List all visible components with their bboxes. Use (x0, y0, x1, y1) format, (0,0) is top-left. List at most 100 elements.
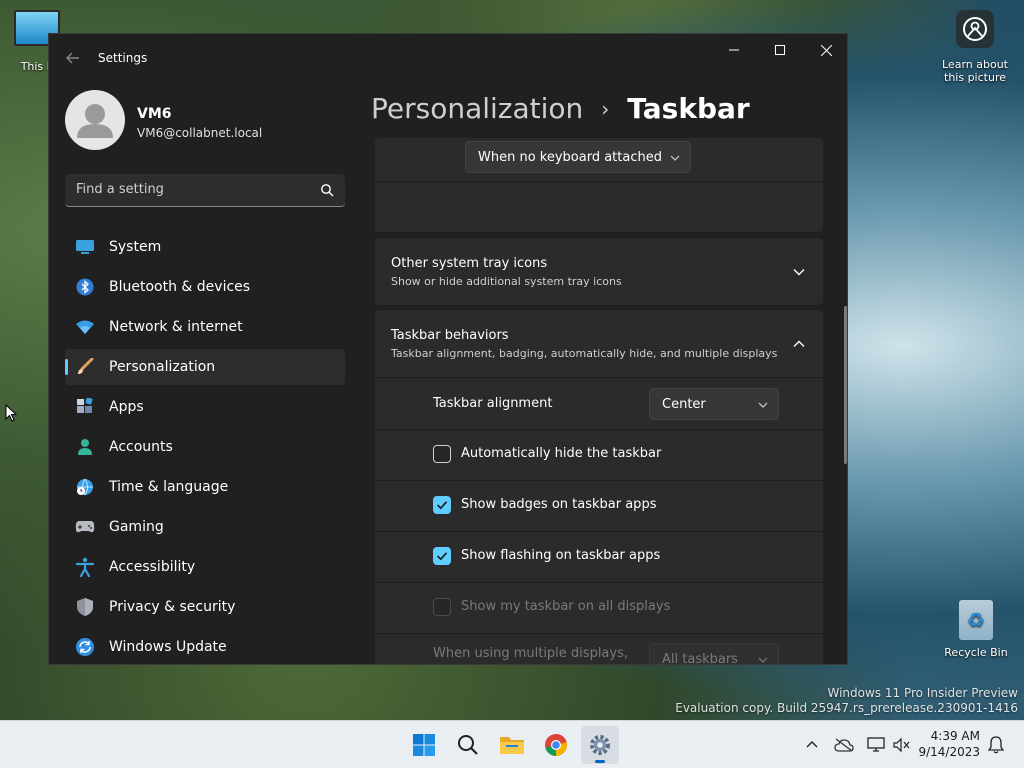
active-app-indicator (595, 760, 605, 763)
content-scrollbar[interactable] (844, 306, 847, 464)
taskbar-clock[interactable]: 4:39 AM 9/14/2023 (918, 728, 980, 760)
selection-indicator (65, 359, 68, 375)
onedrive-cloud-icon[interactable] (834, 735, 854, 755)
user-avatar[interactable] (65, 90, 125, 150)
user-name: VM6 (137, 106, 172, 122)
sidebar-item-label: Time & language (109, 479, 229, 495)
checkbox-label: Automatically hide the taskbar (461, 446, 662, 461)
camera-icon (956, 10, 994, 48)
breadcrumb: Personalization › Taskbar (371, 92, 750, 125)
monitor-icon (75, 237, 95, 257)
sidebar-item-privacy[interactable]: Privacy & security (65, 589, 345, 625)
user-email: VM6@collabnet.local (137, 126, 263, 140)
sidebar-item-apps[interactable]: Apps (65, 389, 345, 425)
checkbox-label: Show badges on taskbar apps (461, 497, 657, 512)
chrome-button[interactable] (537, 726, 575, 764)
maximize-icon (775, 45, 785, 55)
multiple-displays-dropdown: All taskbars (649, 643, 779, 665)
sidebar-item-label: Privacy & security (109, 599, 236, 615)
show-hidden-icons-chevron-up-icon[interactable] (802, 735, 822, 755)
touch-keyboard-dropdown[interactable]: When no keyboard attached (465, 141, 691, 173)
show-badges-option[interactable]: Show badges on taskbar apps (375, 481, 823, 531)
chevron-down-icon[interactable] (793, 266, 805, 278)
close-button[interactable] (803, 34, 847, 66)
taskbar-alignment-dropdown[interactable]: Center (649, 388, 779, 420)
file-explorer-button[interactable] (493, 726, 531, 764)
divider (375, 181, 823, 182)
chevron-down-icon (670, 155, 680, 161)
minimize-button[interactable] (711, 34, 757, 66)
sidebar-item-gaming[interactable]: Gaming (65, 509, 345, 545)
update-icon (75, 637, 95, 657)
sidebar-item-accessibility[interactable]: Accessibility (65, 549, 345, 585)
sidebar-item-label: System (109, 239, 162, 255)
divider (375, 377, 823, 378)
windows-watermark: Windows 11 Pro Insider Preview Evaluatio… (675, 686, 1018, 716)
desktop-icon-label: this picture (944, 71, 1006, 84)
chevron-down-icon (758, 402, 768, 408)
search-input[interactable]: Find a setting (76, 182, 164, 197)
sidebar-item-personalization[interactable]: Personalization (65, 349, 345, 385)
taskbar: 4:39 AM 9/14/2023 (0, 720, 1024, 768)
apps-icon (75, 397, 95, 417)
desktop-icon-label: Learn about (942, 58, 1008, 71)
show-flashing-option[interactable]: Show flashing on taskbar apps (375, 532, 823, 582)
sidebar-item-accounts[interactable]: Accounts (65, 429, 345, 465)
close-icon (820, 44, 832, 56)
desktop-icon-label: Recycle Bin (944, 646, 1008, 659)
divider (375, 633, 823, 634)
other-tray-icons-card[interactable]: Other system tray icons Show or hide add… (375, 238, 823, 305)
title-bar[interactable]: Settings (49, 34, 847, 82)
start-button[interactable] (405, 726, 443, 764)
taskbar-behaviors-header[interactable]: Taskbar behaviors Taskbar alignment, bad… (375, 310, 823, 377)
mouse-cursor-icon (5, 403, 18, 426)
settings-taskbar-button[interactable] (581, 726, 619, 764)
desktop-icon-recycle-bin[interactable]: ♻ Recycle Bin (940, 600, 1012, 659)
maximize-button[interactable] (757, 34, 803, 66)
show-flashing-checkbox[interactable] (433, 547, 451, 565)
page-title: Taskbar (627, 92, 750, 125)
breadcrumb-parent[interactable]: Personalization (371, 92, 583, 125)
sidebar-item-label: Network & internet (109, 319, 243, 335)
chrome-icon (545, 734, 567, 756)
multiple-displays-label: When using multiple displays, (433, 646, 628, 661)
window-title: Settings (98, 51, 148, 65)
person-icon (75, 437, 95, 457)
search-box[interactable]: Find a setting (65, 174, 345, 207)
sidebar-item-label: Bluetooth & devices (109, 279, 251, 295)
taskbar-search-button[interactable] (449, 726, 487, 764)
dropdown-value: When no keyboard attached (478, 150, 662, 165)
recycle-bin-icon: ♻ (959, 600, 993, 640)
taskbar-behaviors-card: Taskbar behaviors Taskbar alignment, bad… (375, 310, 823, 665)
sidebar-item-system[interactable]: System (65, 229, 345, 265)
watermark-build: Evaluation copy. Build 25947.rs_prerelea… (675, 701, 1018, 715)
folder-icon (500, 737, 524, 754)
breadcrumb-separator-icon: › (601, 96, 610, 121)
auto-hide-checkbox[interactable] (433, 445, 451, 463)
sidebar-item-label: Windows Update (109, 639, 227, 655)
watermark-edition: Windows 11 Pro Insider Preview (827, 686, 1018, 700)
network-icon[interactable] (866, 735, 886, 755)
sidebar-item-time-language[interactable]: Time & language (65, 469, 345, 505)
settings-window: Settings VM6 VM6@collabnet.local Find a … (48, 33, 848, 665)
auto-hide-option[interactable]: Automatically hide the taskbar (375, 430, 823, 480)
checkmark-icon (436, 501, 448, 510)
sidebar-item-network[interactable]: Network & internet (65, 309, 345, 345)
back-arrow-icon (66, 52, 79, 64)
chevron-up-icon[interactable] (793, 338, 805, 350)
back-button[interactable] (63, 48, 83, 68)
volume-muted-icon[interactable] (892, 735, 912, 755)
wifi-icon (75, 317, 95, 337)
notification-bell-icon[interactable] (986, 735, 1006, 755)
gear-icon (590, 735, 610, 755)
sidebar-item-bluetooth[interactable]: Bluetooth & devices (65, 269, 345, 305)
desktop-icon-learn-about-picture[interactable]: Learn about this picture (938, 10, 1012, 84)
checkbox-label: Show my taskbar on all displays (461, 599, 671, 614)
accessibility-icon (75, 557, 95, 577)
dropdown-value: All taskbars (662, 652, 738, 665)
taskbar-alignment-label: Taskbar alignment (433, 396, 553, 411)
sidebar-item-windows-update[interactable]: Windows Update (65, 629, 345, 664)
sidebar-item-label: Accounts (109, 439, 173, 455)
show-badges-checkbox[interactable] (433, 496, 451, 514)
globe-clock-icon (75, 477, 95, 497)
